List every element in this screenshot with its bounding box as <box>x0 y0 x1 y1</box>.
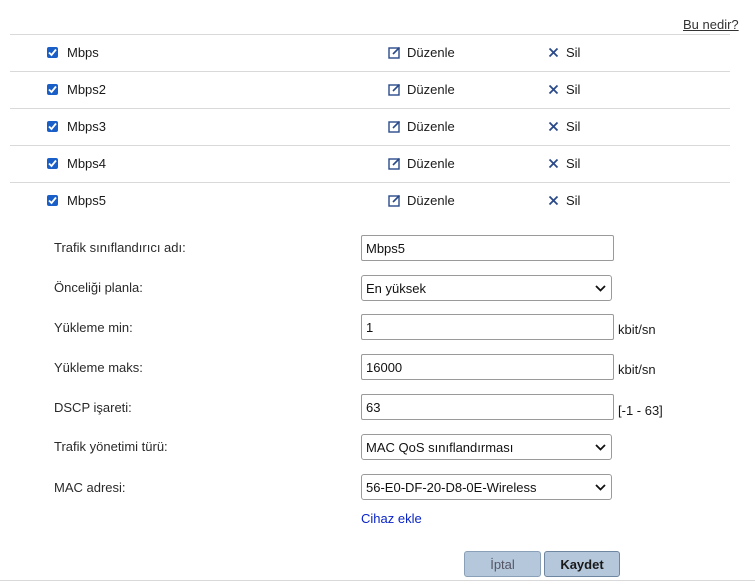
delete-button[interactable]: Sil <box>546 45 580 60</box>
edit-button[interactable]: Düzenle <box>387 119 455 134</box>
edit-button[interactable]: Düzenle <box>387 156 455 171</box>
dscp-range: [-1 - 63] <box>618 403 663 418</box>
priority-select[interactable]: En yüksek <box>361 275 612 301</box>
edit-label: Düzenle <box>407 119 455 134</box>
rule-row: Mbps4 Düzenle Sil <box>10 145 730 182</box>
traffic-type-label: Trafik yönetimi türü: <box>54 439 168 454</box>
rule-checkbox[interactable] <box>47 121 58 132</box>
upload-max-label: Yükleme maks: <box>54 360 143 375</box>
rule-name: Mbps4 <box>67 156 107 171</box>
edit-icon <box>387 120 401 134</box>
delete-label: Sil <box>566 156 581 171</box>
upload-min-label: Yükleme min: <box>54 320 133 335</box>
delete-button[interactable]: Sil <box>546 82 580 97</box>
divider <box>0 580 755 581</box>
edit-icon <box>387 157 401 171</box>
priority-value: En yüksek <box>366 280 426 296</box>
dscp-input[interactable] <box>361 394 614 420</box>
edit-label: Düzenle <box>407 193 455 208</box>
classifier-name-label: Trafik sınıflandırıcı adı: <box>54 240 186 255</box>
rule-name: Mbps5 <box>67 193 107 208</box>
rule-checkbox[interactable] <box>47 158 58 169</box>
mac-select[interactable]: 56-E0-DF-20-D8-0E-Wireless <box>361 474 612 500</box>
upload-max-unit: kbit/sn <box>618 362 656 377</box>
upload-max-input[interactable] <box>361 354 614 380</box>
edit-label: Düzenle <box>407 45 455 60</box>
rule-row: Mbps Düzenle Sil <box>10 34 730 71</box>
rule-row: Mbps5 Düzenle Sil <box>10 182 730 219</box>
rule-checkbox[interactable] <box>47 195 58 206</box>
rule-name: Mbps <box>67 45 99 60</box>
delete-button[interactable]: Sil <box>546 193 580 208</box>
edit-button[interactable]: Düzenle <box>387 193 455 208</box>
dscp-label: DSCP işareti: <box>54 400 132 415</box>
chevron-down-icon <box>593 281 607 295</box>
close-icon <box>546 120 560 134</box>
delete-label: Sil <box>566 45 581 60</box>
rule-checkbox[interactable] <box>47 84 58 95</box>
rule-name: Mbps2 <box>67 82 107 97</box>
delete-button[interactable]: Sil <box>546 156 580 171</box>
delete-label: Sil <box>566 193 581 208</box>
edit-label: Düzenle <box>407 82 455 97</box>
rule-checkbox[interactable] <box>47 47 58 58</box>
rule-row: Mbps2 Düzenle Sil <box>10 71 730 108</box>
cancel-button[interactable]: İptal <box>464 551 541 577</box>
rule-name: Mbps3 <box>67 119 107 134</box>
traffic-type-value: MAC QoS sınıflandırması <box>366 439 514 455</box>
help-link[interactable]: Bu nedir? <box>683 17 739 32</box>
edit-button[interactable]: Düzenle <box>387 82 455 97</box>
chevron-down-icon <box>593 440 607 454</box>
edit-icon <box>387 46 401 60</box>
priority-label: Önceliği planla: <box>54 280 143 295</box>
edit-icon <box>387 194 401 208</box>
close-icon <box>546 157 560 171</box>
chevron-down-icon <box>593 480 607 494</box>
add-device-link[interactable]: Cihaz ekle <box>361 511 422 526</box>
close-icon <box>546 83 560 97</box>
mac-value: 56-E0-DF-20-D8-0E-Wireless <box>366 479 537 495</box>
mac-label: MAC adresi: <box>54 480 126 495</box>
close-icon <box>546 46 560 60</box>
edit-icon <box>387 83 401 97</box>
save-button[interactable]: Kaydet <box>544 551 620 577</box>
edit-button[interactable]: Düzenle <box>387 45 455 60</box>
edit-label: Düzenle <box>407 156 455 171</box>
upload-min-input[interactable] <box>361 314 614 340</box>
upload-min-unit: kbit/sn <box>618 322 656 337</box>
traffic-type-select[interactable]: MAC QoS sınıflandırması <box>361 434 612 460</box>
delete-label: Sil <box>566 82 581 97</box>
delete-label: Sil <box>566 119 581 134</box>
delete-button[interactable]: Sil <box>546 119 580 134</box>
rule-row: Mbps3 Düzenle Sil <box>10 108 730 145</box>
classifier-name-input[interactable] <box>361 235 614 261</box>
close-icon <box>546 194 560 208</box>
rule-list: Mbps Düzenle Sil Mbps2 Düzenle Sil Mbps3… <box>10 34 730 219</box>
